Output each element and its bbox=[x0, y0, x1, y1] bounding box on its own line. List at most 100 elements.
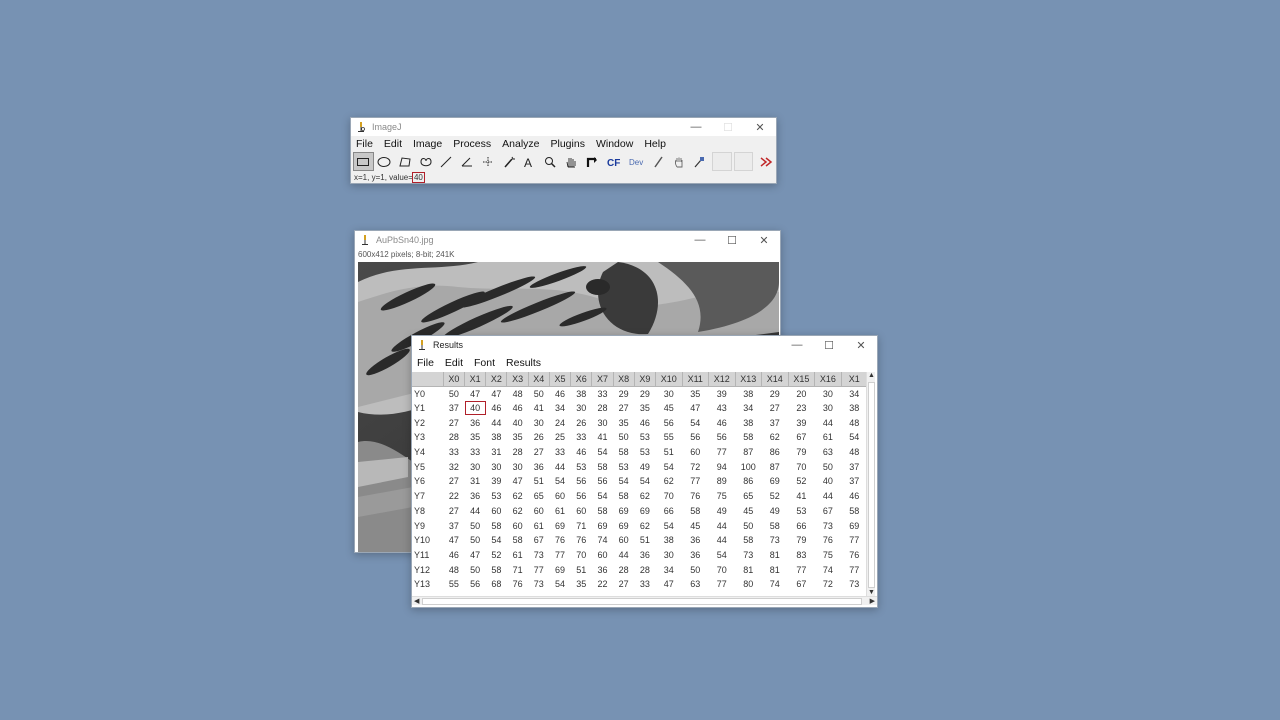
table-cell[interactable]: 54 bbox=[549, 577, 570, 592]
table-cell[interactable]: 41 bbox=[788, 489, 815, 504]
table-cell[interactable]: 66 bbox=[656, 504, 683, 519]
table-cell[interactable]: 43 bbox=[709, 401, 736, 416]
table-cell[interactable]: 23 bbox=[788, 401, 815, 416]
table-row[interactable]: Y0 50 47 47 48 50 46 38 33 29 29 30 35 39 38 29 20 30 34 bbox=[412, 386, 868, 401]
table-cell[interactable]: 28 bbox=[613, 562, 634, 577]
table-cell[interactable]: 35 bbox=[507, 430, 528, 445]
table-cell[interactable]: 56 bbox=[656, 415, 683, 430]
table-cell[interactable]: 62 bbox=[634, 489, 655, 504]
table-cell[interactable]: 36 bbox=[634, 548, 655, 563]
table-cell[interactable]: 86 bbox=[735, 474, 762, 489]
vertical-scrollbar[interactable]: ▲ ▼ bbox=[866, 372, 875, 596]
table-cell[interactable]: 70 bbox=[656, 489, 683, 504]
table-cell[interactable]: 50 bbox=[528, 386, 549, 401]
table-cell[interactable]: 53 bbox=[486, 489, 507, 504]
table-cell[interactable]: 50 bbox=[682, 562, 708, 577]
table-cell[interactable]: 37 bbox=[443, 401, 464, 416]
table-cell[interactable]: 28 bbox=[592, 401, 613, 416]
table-cell[interactable]: 86 bbox=[762, 445, 789, 460]
table-cell[interactable]: 94 bbox=[709, 459, 736, 474]
table-cell[interactable]: 71 bbox=[507, 562, 528, 577]
table-cell[interactable]: 74 bbox=[815, 562, 842, 577]
table-cell[interactable]: 69 bbox=[634, 504, 655, 519]
table-cell[interactable]: 77 bbox=[841, 562, 867, 577]
table-cell[interactable]: 30 bbox=[592, 415, 613, 430]
table-cell[interactable]: 47 bbox=[443, 533, 464, 548]
scroll-left-icon[interactable]: ◀ bbox=[414, 597, 419, 605]
table-cell[interactable]: 76 bbox=[682, 489, 708, 504]
table-cell[interactable]: 27 bbox=[443, 415, 464, 430]
table-cell[interactable]: 46 bbox=[571, 445, 592, 460]
point-icon[interactable] bbox=[478, 152, 499, 171]
table-cell[interactable]: 77 bbox=[709, 445, 736, 460]
column-header[interactable]: X3 bbox=[506, 372, 529, 387]
table-cell[interactable]: 36 bbox=[682, 548, 708, 563]
column-header[interactable]: X6 bbox=[570, 372, 593, 387]
table-cell[interactable]: 79 bbox=[788, 533, 815, 548]
table-cell[interactable]: 47 bbox=[465, 548, 486, 563]
table-cell[interactable]: 63 bbox=[815, 445, 842, 460]
table-cell[interactable]: 22 bbox=[443, 489, 464, 504]
column-header[interactable]: X1 bbox=[464, 372, 487, 387]
table-cell[interactable]: 52 bbox=[788, 474, 815, 489]
table-cell[interactable]: 67 bbox=[528, 533, 549, 548]
scroll-up-icon[interactable]: ▲ bbox=[868, 372, 875, 379]
column-header[interactable]: X9 bbox=[634, 372, 657, 387]
table-cell[interactable]: 89 bbox=[709, 474, 736, 489]
table-cell[interactable]: 31 bbox=[465, 474, 486, 489]
table-cell[interactable]: 38 bbox=[841, 401, 867, 416]
table-cell[interactable]: 22 bbox=[592, 577, 613, 592]
table-cell[interactable]: 35 bbox=[465, 430, 486, 445]
table-cell[interactable]: 56 bbox=[465, 577, 486, 592]
table-row[interactable]: Y13 55 56 68 76 73 54 35 22 27 33 47 63 77 80 74 67 72 73 bbox=[412, 577, 868, 592]
table-cell[interactable]: 35 bbox=[613, 415, 634, 430]
table-cell[interactable]: 69 bbox=[592, 518, 613, 533]
table-cell[interactable]: 52 bbox=[762, 489, 789, 504]
table-cell[interactable]: 61 bbox=[507, 548, 528, 563]
table-cell[interactable]: 58 bbox=[613, 489, 634, 504]
table-cell[interactable]: 45 bbox=[682, 518, 708, 533]
table-cell[interactable]: 32 bbox=[443, 459, 464, 474]
table-row[interactable]: Y11 46 47 52 61 73 77 70 60 44 36 30 36 54 73 81 83 75 76 bbox=[412, 548, 868, 563]
table-cell[interactable]: 35 bbox=[682, 386, 708, 401]
table-cell[interactable]: 46 bbox=[507, 401, 528, 416]
table-cell[interactable]: 50 bbox=[735, 518, 762, 533]
angle-icon[interactable] bbox=[457, 152, 478, 171]
table-cell[interactable]: 77 bbox=[788, 562, 815, 577]
table-cell[interactable]: 50 bbox=[815, 459, 842, 474]
table-cell[interactable]: 26 bbox=[571, 415, 592, 430]
table-cell[interactable]: 25 bbox=[549, 430, 570, 445]
table-row[interactable]: Y7 22 36 53 62 65 60 56 54 58 62 70 76 75 65 52 41 44 46 bbox=[412, 489, 868, 504]
table-cell[interactable]: 37 bbox=[762, 415, 789, 430]
table-cell[interactable]: 73 bbox=[528, 548, 549, 563]
table-cell[interactable]: 58 bbox=[592, 459, 613, 474]
table-cell[interactable]: 50 bbox=[465, 562, 486, 577]
table-cell[interactable]: 30 bbox=[656, 548, 683, 563]
table-cell[interactable]: 35 bbox=[634, 401, 655, 416]
table-cell[interactable]: 70 bbox=[571, 548, 592, 563]
table-cell[interactable]: 34 bbox=[549, 401, 570, 416]
table-cell[interactable]: 54 bbox=[486, 533, 507, 548]
table-cell[interactable]: 48 bbox=[841, 445, 867, 460]
table-cell[interactable]: 41 bbox=[528, 401, 549, 416]
table-cell[interactable]: 53 bbox=[634, 430, 655, 445]
table-cell[interactable]: 73 bbox=[815, 518, 842, 533]
column-header[interactable]: X13 bbox=[735, 372, 763, 387]
table-cell[interactable]: 81 bbox=[762, 562, 789, 577]
table-cell[interactable]: 87 bbox=[762, 459, 789, 474]
table-cell[interactable]: 69 bbox=[841, 518, 867, 533]
imagej-titlebar[interactable]: ImageJ — ☐ ✕ bbox=[351, 118, 776, 136]
table-cell[interactable]: 81 bbox=[762, 548, 789, 563]
menu-edit[interactable]: Edit bbox=[379, 138, 408, 150]
table-cell[interactable]: 67 bbox=[815, 504, 842, 519]
menu-image[interactable]: Image bbox=[408, 138, 448, 150]
minimize-button[interactable]: — bbox=[680, 118, 712, 136]
menu-results[interactable]: Results bbox=[501, 357, 547, 369]
table-cell[interactable]: 34 bbox=[656, 562, 683, 577]
table-cell[interactable]: 48 bbox=[841, 415, 867, 430]
table-cell[interactable]: 61 bbox=[815, 430, 842, 445]
table-row[interactable]: Y12 48 50 58 71 77 69 51 36 28 28 34 50 70 81 81 77 74 77 bbox=[412, 562, 868, 577]
table-row[interactable]: Y1 37 40 46 46 41 34 30 28 27 35 45 47 43 34 27 23 30 38 bbox=[412, 400, 868, 416]
table-cell[interactable]: 72 bbox=[815, 577, 842, 592]
menu-analyze[interactable]: Analyze bbox=[497, 138, 545, 150]
